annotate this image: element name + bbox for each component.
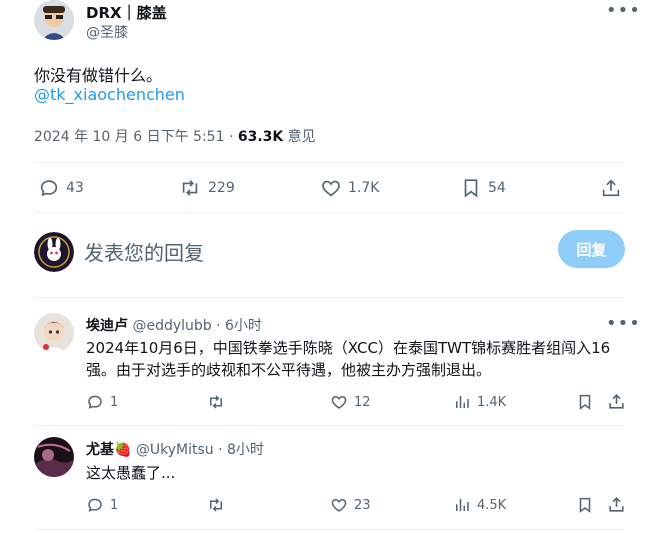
reply-count: 1: [110, 394, 119, 410]
analytics-icon: [453, 393, 471, 411]
share-icon: [600, 177, 622, 199]
reply-time[interactable]: · 8小时: [214, 442, 264, 458]
views-action[interactable]: 1.4K: [453, 393, 506, 411]
divider: [34, 297, 624, 298]
more-options-icon[interactable]: •••: [606, 0, 641, 21]
reply-input[interactable]: 发表您的回复: [84, 237, 204, 266]
divider: [34, 212, 624, 213]
bookmark-count: 54: [488, 180, 506, 196]
share-button[interactable]: [600, 177, 622, 199]
retweet-icon: [206, 393, 226, 411]
share-button[interactable]: [607, 392, 626, 411]
reply-header: 埃迪卢 @eddylubb · 6小时: [86, 315, 262, 335]
divider: [34, 529, 624, 530]
author-avatar[interactable]: [34, 0, 74, 40]
views-count: 4.5K: [477, 497, 507, 513]
retweet-count: 229: [208, 180, 235, 196]
reply-icon: [86, 496, 104, 514]
author-handle[interactable]: @圣膝: [86, 22, 128, 42]
like-action[interactable]: 1.7K: [320, 177, 379, 199]
bookmark-icon: [576, 393, 594, 411]
reply-time[interactable]: · 6小时: [212, 318, 262, 334]
bookmark-icon: [576, 496, 594, 514]
heart-icon: [320, 177, 342, 199]
like-count: 23: [354, 497, 371, 513]
tweet-meta: 2024 年 10 月 6 日下午 5:51 · 63.3K 意见: [34, 126, 316, 146]
reply-count: 43: [66, 180, 84, 196]
reply-submit-label: 回复: [576, 240, 607, 259]
author-display-name[interactable]: DRX｜膝盖: [86, 2, 167, 23]
views-label: 意见: [283, 129, 316, 145]
divider: [34, 162, 624, 163]
reply-text-line: 这太愚蠢了...: [86, 464, 176, 482]
reply-action[interactable]: 1: [86, 496, 118, 514]
like-action[interactable]: 12: [330, 393, 371, 411]
reply-action[interactable]: 1: [86, 393, 118, 411]
reply-action[interactable]: 43: [38, 177, 84, 199]
reply-display-name[interactable]: 埃迪卢: [86, 318, 128, 334]
heart-icon: [330, 496, 348, 514]
tweet-text: 你没有做错什么。: [34, 66, 163, 85]
reply-icon: [86, 393, 104, 411]
current-user-avatar[interactable]: [34, 232, 74, 272]
like-count: 1.7K: [348, 180, 380, 196]
reply-text-line: 2024年10月6日，中国铁拳选手陈晓（XCC）在泰国TWT锦标赛胜者组闯入16: [86, 339, 611, 357]
share-icon: [607, 495, 626, 514]
tweet-timestamp[interactable]: 2024 年 10 月 6 日下午 5:51 ·: [34, 129, 238, 145]
retweet-icon: [178, 177, 202, 199]
reply-author-avatar[interactable]: [34, 313, 74, 353]
mention-link[interactable]: @tk_xiaochenchen: [34, 85, 185, 104]
views-count: 63.3K: [237, 129, 284, 145]
reply-author-avatar[interactable]: [34, 437, 74, 477]
like-action[interactable]: 23: [330, 496, 371, 514]
reply-display-name[interactable]: 尤基🍓: [86, 442, 131, 458]
reply-handle[interactable]: @UkyMitsu: [136, 442, 214, 458]
reply-handle[interactable]: @eddylubb: [132, 318, 211, 334]
retweet-action[interactable]: [206, 393, 232, 411]
bookmark-action[interactable]: 54: [460, 177, 506, 199]
views-count: 1.4K: [477, 394, 507, 410]
reply-header: 尤基🍓 @UkyMitsu · 8小时: [86, 439, 264, 459]
bookmark-button[interactable]: [576, 393, 594, 411]
bookmark-button[interactable]: [576, 496, 594, 514]
retweet-icon: [206, 496, 226, 514]
share-icon: [607, 392, 626, 411]
reply-submit-button[interactable]: 回复: [558, 230, 625, 268]
share-button[interactable]: [607, 495, 626, 514]
reply-count: 1: [110, 497, 119, 513]
like-count: 12: [354, 394, 371, 410]
divider: [34, 425, 624, 426]
reply-more-options-icon[interactable]: •••: [606, 313, 641, 334]
retweet-action[interactable]: [206, 496, 232, 514]
reply-text-line: 强。由于对选手的歧视和不公平待遇，他被主办方强制退出。: [86, 361, 492, 379]
analytics-icon: [453, 496, 471, 514]
bookmark-icon: [460, 177, 482, 199]
views-action[interactable]: 4.5K: [453, 496, 506, 514]
retweet-action[interactable]: 229: [178, 177, 235, 199]
heart-icon: [330, 393, 348, 411]
reply-icon: [38, 177, 60, 199]
